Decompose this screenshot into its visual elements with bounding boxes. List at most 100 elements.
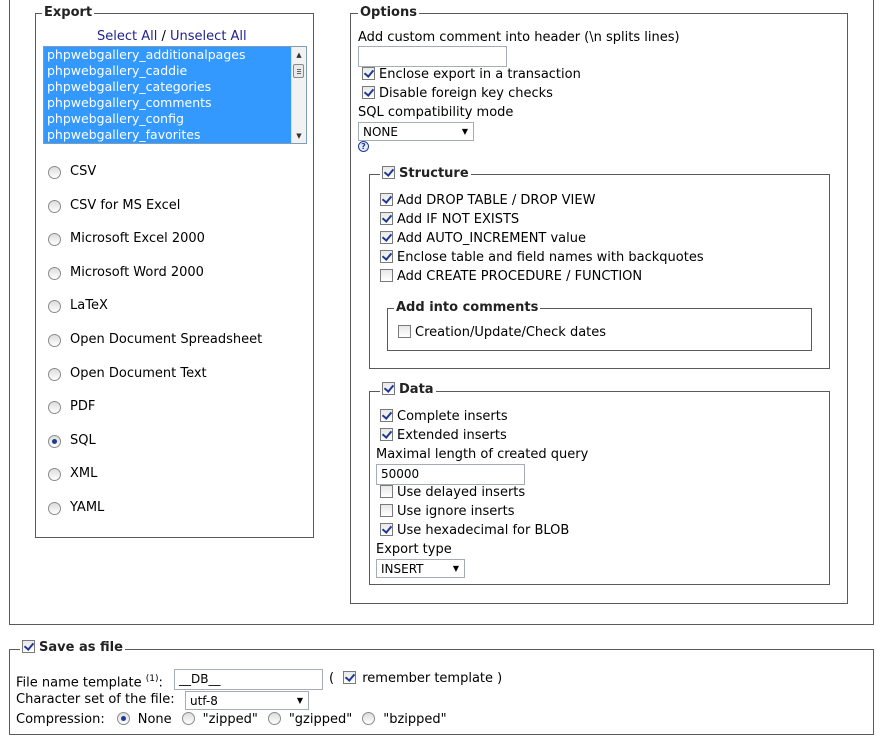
delayed-inserts-checkbox[interactable] — [380, 485, 393, 498]
format-option-pdf[interactable]: PDF — [48, 398, 95, 416]
format-radio[interactable] — [48, 300, 61, 314]
extended-inserts-option[interactable]: Extended inserts — [380, 427, 507, 445]
format-radio[interactable] — [48, 367, 61, 381]
compression-option[interactable]: "bzipped" — [362, 712, 447, 727]
format-option-open-document-spreadsheet[interactable]: Open Document Spreadsheet — [48, 331, 262, 349]
format-option-microsoft-word-2000[interactable]: Microsoft Word 2000 — [48, 264, 204, 282]
format-radio[interactable] — [48, 166, 61, 179]
structure-option-checkbox[interactable] — [380, 212, 393, 225]
transaction-checkbox[interactable] — [362, 67, 375, 80]
structure-option-checkbox[interactable] — [380, 269, 393, 282]
save-legend[interactable]: Save as file — [20, 640, 125, 656]
compression-option[interactable]: "zipped" — [181, 712, 258, 727]
structure-option-label: Add DROP TABLE / DROP VIEW — [397, 193, 596, 208]
format-option-csv-for-ms-excel[interactable]: CSV for MS Excel — [48, 197, 180, 215]
save-legend-label: Save as file — [39, 640, 123, 655]
remember-template-option[interactable]: ( remember template ) — [329, 670, 502, 688]
compression-radio[interactable] — [181, 712, 195, 725]
structure-option[interactable]: Add AUTO_INCREMENT value — [380, 230, 586, 248]
data-checkbox[interactable] — [382, 382, 395, 395]
export-legend: Export — [42, 5, 95, 21]
format-option-yaml[interactable]: YAML — [48, 499, 104, 517]
format-radio[interactable] — [48, 468, 61, 482]
compression-radio[interactable] — [116, 712, 130, 725]
help-icon[interactable]: ? — [358, 141, 369, 152]
data-legend[interactable]: Data — [380, 382, 436, 398]
filename-input[interactable]: __DB__ — [174, 669, 323, 690]
ignore-inserts-label: Use ignore inserts — [397, 504, 515, 519]
filename-label-text: File name template — [16, 675, 142, 691]
extended-inserts-label: Extended inserts — [397, 428, 507, 443]
export-type-select[interactable]: INSERT ▼ — [376, 559, 465, 578]
structure-option[interactable]: Add IF NOT EXISTS — [380, 211, 519, 229]
filename-footnote[interactable]: (1) — [146, 674, 159, 684]
select-all-link[interactable]: Select All — [97, 29, 157, 44]
format-option-microsoft-excel-2000[interactable]: Microsoft Excel 2000 — [48, 230, 205, 248]
unselect-all-link[interactable]: Unselect All — [170, 29, 247, 44]
format-radio[interactable] — [48, 434, 61, 448]
foreign-key-option[interactable]: Disable foreign key checks — [362, 85, 553, 103]
table-list-item[interactable]: phpwebgallery_caddie — [44, 63, 291, 79]
format-radio[interactable] — [48, 334, 61, 347]
compression-radio[interactable] — [267, 712, 281, 725]
table-list-item[interactable]: phpwebgallery_additionalpages — [44, 47, 291, 63]
compat-select[interactable]: NONE ▼ — [358, 122, 474, 141]
complete-inserts-checkbox[interactable] — [380, 409, 393, 422]
listbox-scrollbar[interactable]: ▲ ▼ — [291, 47, 306, 143]
paren-close: ) — [497, 671, 503, 686]
remember-checkbox[interactable] — [343, 671, 357, 684]
complete-inserts-option[interactable]: Complete inserts — [380, 408, 508, 426]
structure-option[interactable]: Add DROP TABLE / DROP VIEW — [380, 192, 595, 210]
format-option-sql[interactable]: SQL — [48, 432, 96, 450]
hex-blob-option[interactable]: Use hexadecimal for BLOB — [380, 522, 569, 540]
format-option-open-document-text[interactable]: Open Document Text — [48, 365, 207, 383]
charset-select[interactable]: utf-8 ▼ — [185, 691, 309, 710]
table-listbox[interactable]: phpwebgallery_additionalpages phpwebgalle… — [43, 46, 307, 144]
compression-option-label: None — [137, 712, 172, 727]
save-checkbox[interactable] — [22, 640, 35, 653]
transaction-option[interactable]: Enclose export in a transaction — [362, 66, 581, 84]
table-list-item[interactable]: phpwebgallery_comments — [44, 95, 291, 111]
format-radio[interactable] — [48, 502, 61, 515]
hex-blob-checkbox[interactable] — [380, 523, 393, 536]
format-option-csv[interactable]: CSV — [48, 163, 96, 181]
ignore-inserts-option[interactable]: Use ignore inserts — [380, 503, 515, 521]
dates-option[interactable]: Creation/Update/Check dates — [398, 324, 606, 342]
structure-option-checkbox[interactable] — [380, 193, 393, 206]
structure-checkbox[interactable] — [382, 166, 395, 179]
table-list-item[interactable]: phpwebgallery_config — [44, 111, 291, 127]
format-radio[interactable] — [48, 266, 61, 280]
scroll-down-icon[interactable]: ▼ — [292, 129, 306, 143]
filename-label: File name template (1): — [16, 670, 163, 692]
compression-radio[interactable] — [362, 712, 376, 725]
max-length-input[interactable]: 50000 — [376, 464, 525, 485]
table-list-item[interactable]: phpwebgallery_favorites — [44, 127, 291, 143]
format-label: PDF — [70, 399, 96, 415]
structure-option-checkbox[interactable] — [380, 231, 393, 244]
delayed-inserts-option[interactable]: Use delayed inserts — [380, 484, 525, 502]
table-list-item[interactable]: phpwebgallery_categories — [44, 79, 291, 95]
format-label: CSV — [70, 164, 97, 179]
format-radio[interactable] — [48, 233, 61, 247]
ignore-inserts-checkbox[interactable] — [380, 504, 393, 517]
dates-checkbox[interactable] — [398, 325, 411, 338]
scroll-thumb[interactable] — [293, 64, 304, 78]
comments-legend: Add into comments — [394, 300, 541, 316]
extended-inserts-checkbox[interactable] — [380, 428, 393, 441]
format-option-latex[interactable]: LaTeX — [48, 297, 108, 315]
structure-option[interactable]: Add CREATE PROCEDURE / FUNCTION — [380, 268, 642, 286]
format-radio[interactable] — [48, 401, 61, 415]
structure-legend[interactable]: Structure — [380, 166, 471, 182]
scroll-up-icon[interactable]: ▲ — [292, 48, 306, 62]
format-option-xml[interactable]: XML — [48, 465, 97, 483]
structure-option-checkbox[interactable] — [380, 250, 393, 263]
format-radio[interactable] — [48, 199, 61, 213]
structure-option[interactable]: Enclose table and field names with backq… — [380, 249, 704, 267]
chevron-down-icon: ▼ — [461, 127, 468, 136]
comment-input[interactable] — [358, 46, 507, 67]
foreign-key-checkbox[interactable] — [362, 86, 375, 99]
compression-option[interactable]: None — [116, 712, 172, 727]
structure-legend-label: Structure — [399, 166, 469, 181]
compression-option[interactable]: "gzipped" — [267, 712, 352, 727]
structure-option-label: Add AUTO_INCREMENT value — [397, 231, 587, 246]
